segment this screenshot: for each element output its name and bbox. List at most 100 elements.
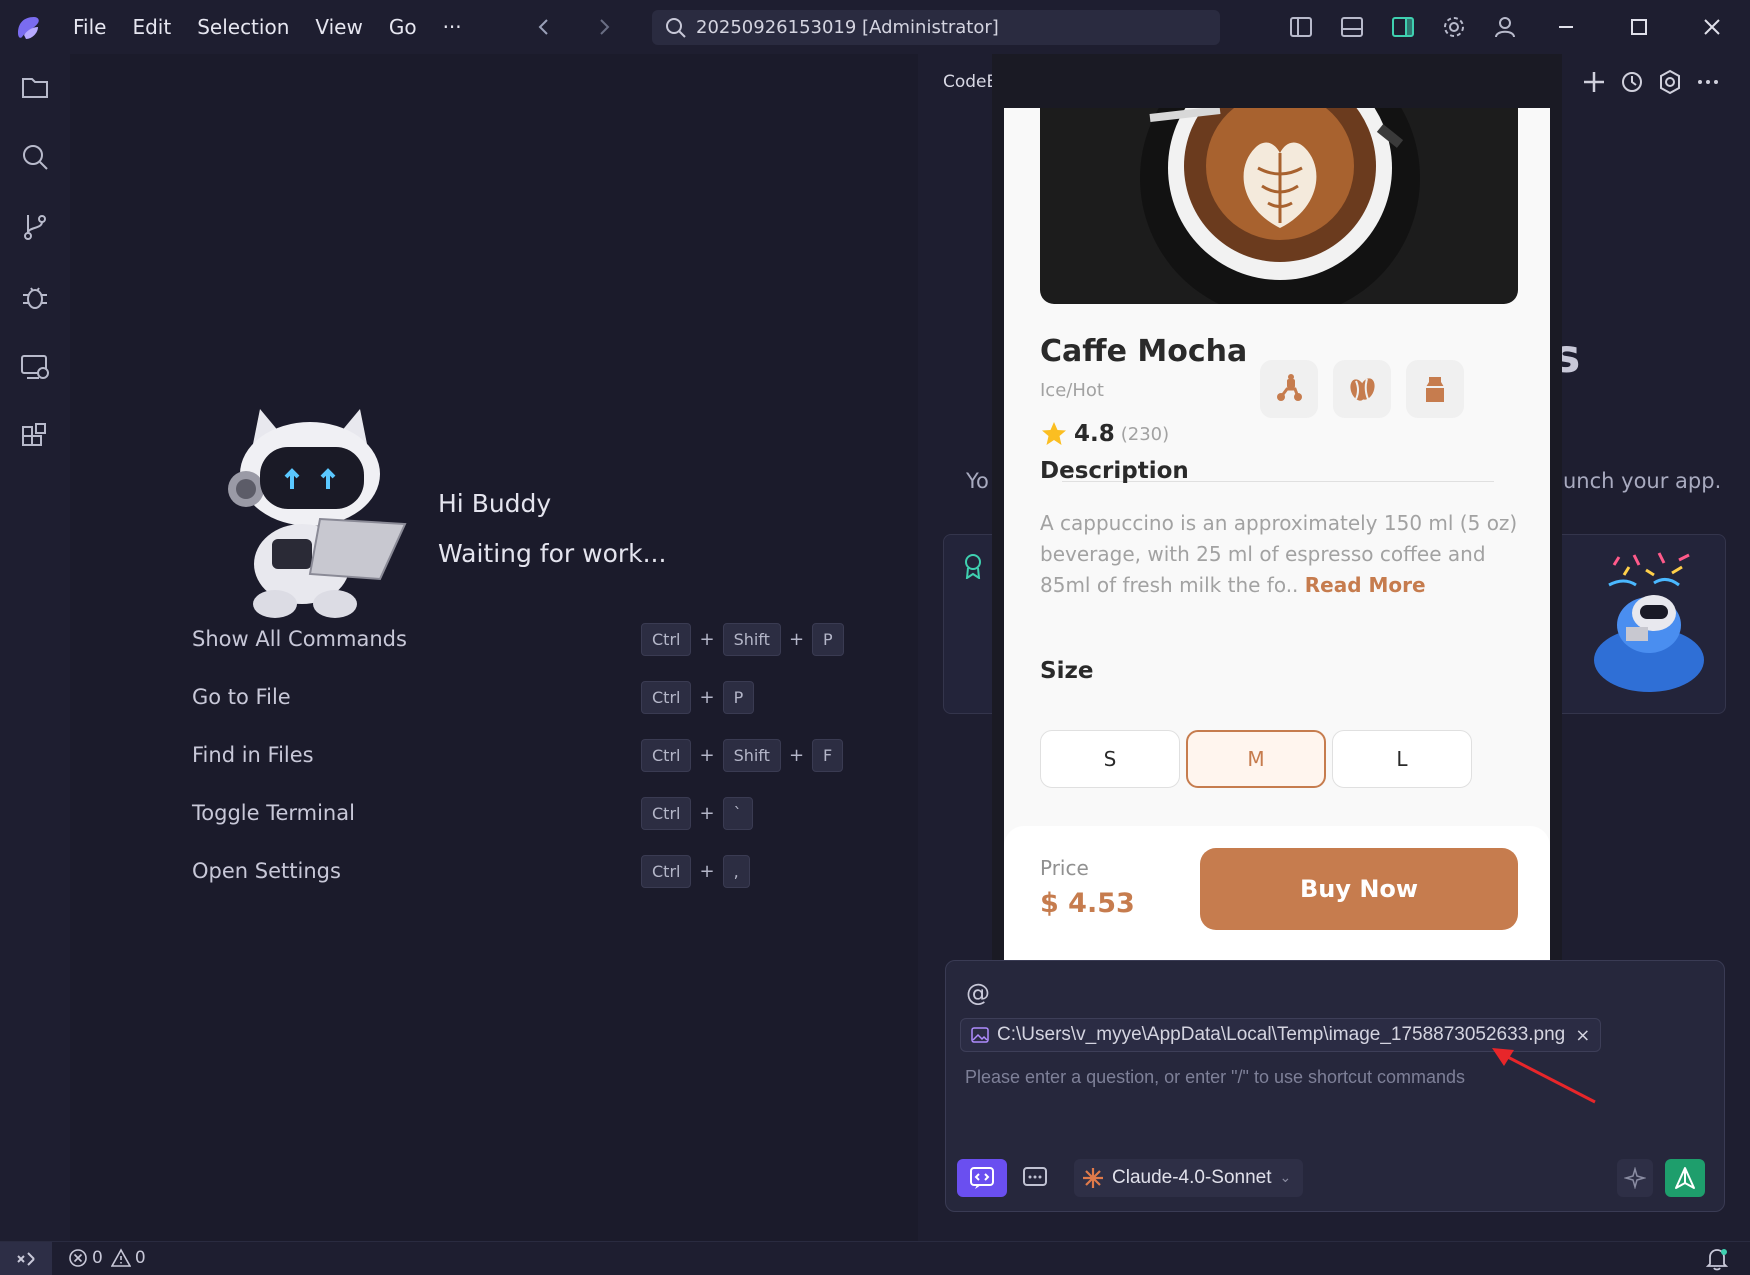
send-button[interactable] [1665, 1159, 1705, 1197]
shortcut-keys: Ctrl + ` [641, 797, 753, 830]
size-option-l[interactable]: L [1332, 730, 1472, 788]
background-text-right: unch your app. [1563, 469, 1722, 493]
phone-screen: Caffe Mocha Ice/Hot 4.8 (230) Descriptio… [1004, 108, 1550, 999]
command-center-search[interactable]: 20250926153019 [Administrator] [652, 10, 1220, 45]
key-cap: Ctrl [641, 681, 692, 714]
run-debug-icon[interactable] [19, 281, 51, 313]
notifications-bell-icon[interactable] [1704, 1246, 1730, 1272]
coffee-photo [1040, 108, 1518, 304]
problems-indicator[interactable]: 0 0 [68, 1248, 146, 1268]
toggle-secondary-sidebar-icon[interactable] [1389, 13, 1417, 41]
key-cap: P [812, 623, 844, 656]
key-cap: Ctrl [641, 739, 692, 772]
menu-more[interactable]: ··· [430, 0, 475, 54]
rating-value: 4.8 [1074, 421, 1115, 447]
image-file-icon [971, 1027, 989, 1043]
history-icon[interactable] [1618, 68, 1646, 96]
command-row[interactable]: Show All Commands Ctrl + Shift + P [192, 623, 844, 659]
plus-sign: + [699, 629, 715, 650]
warning-icon [110, 1248, 131, 1267]
command-row[interactable]: Toggle Terminal Ctrl + ` [192, 797, 753, 833]
maximize-icon [1631, 19, 1647, 35]
feature-beans [1333, 360, 1391, 418]
account-icon[interactable] [1491, 13, 1519, 41]
plus-sign: + [788, 745, 805, 766]
delivery-bike-icon [1277, 374, 1302, 401]
command-row[interactable]: Open Settings Ctrl + , [192, 855, 752, 891]
close-icon [1704, 19, 1720, 35]
plus-sign: + [699, 861, 715, 882]
explorer-folder-icon[interactable] [19, 71, 51, 103]
key-cap: ` [722, 797, 753, 830]
plus-sign: + [788, 629, 805, 650]
product-variant: Ice/Hot [1040, 380, 1104, 401]
menu-selection[interactable]: Selection [184, 0, 302, 54]
buy-now-button[interactable]: Buy Now [1200, 848, 1518, 930]
title-bar: File Edit Selection View Go ··· 20250926… [0, 0, 1750, 54]
key-cap: , [722, 855, 750, 888]
menu-file[interactable]: File [60, 0, 119, 54]
chat-mode-button[interactable] [1010, 1159, 1060, 1197]
read-more-link[interactable]: Read More [1305, 573, 1426, 597]
plus-sign: + [699, 687, 715, 708]
description-text: A cappuccino is an approximately 150 ml … [1040, 508, 1518, 601]
more-options-icon[interactable] [1694, 68, 1722, 96]
price-label: Price [1040, 856, 1089, 880]
command-label: Open Settings [192, 859, 341, 883]
robot-mascot-illustration [228, 409, 407, 618]
new-chat-plus-icon[interactable] [1580, 68, 1608, 96]
key-cap: Ctrl [641, 855, 692, 888]
send-arrow-icon [1675, 1167, 1695, 1189]
menu-go[interactable]: Go [376, 0, 430, 54]
key-cap: Shift [722, 739, 781, 772]
product-title: Caffe Mocha [1040, 334, 1248, 369]
key-cap: F [812, 739, 844, 772]
source-control-icon[interactable] [19, 211, 51, 243]
greeting-text: Hi Buddy [438, 489, 552, 518]
settings-gear-icon[interactable] [1440, 13, 1468, 41]
chevron-down-icon: ⌄ [1279, 1170, 1292, 1186]
back-arrow-icon[interactable] [532, 14, 556, 40]
enhance-prompt-button[interactable] [1617, 1159, 1653, 1197]
command-row[interactable]: Find in Files Ctrl + Shift + F [192, 739, 844, 775]
attached-image-preview: Caffe Mocha Ice/Hot 4.8 (230) Descriptio… [992, 54, 1562, 1009]
forward-arrow-icon[interactable] [592, 14, 616, 40]
search-icon[interactable] [19, 141, 51, 173]
maximize-button[interactable] [1609, 0, 1669, 54]
chat-input-box: @ C:\Users\v_myye\AppData\Local\Temp\ima… [945, 960, 1725, 1212]
app-logo-icon[interactable] [14, 13, 42, 41]
panel-settings-icon[interactable] [1656, 68, 1684, 96]
remote-explorer-icon[interactable] [19, 351, 51, 383]
craft-mode-button[interactable] [957, 1159, 1007, 1197]
extensions-icon[interactable] [19, 421, 51, 453]
shortcut-keys: Ctrl + Shift + F [641, 739, 844, 772]
chat-placeholder[interactable]: Please enter a question, or enter "/" to… [965, 1067, 1465, 1088]
size-heading: Size [1040, 658, 1094, 684]
key-cap: Shift [722, 623, 781, 656]
menu-edit[interactable]: Edit [119, 0, 184, 54]
toggle-primary-sidebar-icon[interactable] [1287, 13, 1315, 41]
coffee-bean-icon [1350, 378, 1375, 401]
command-label: Go to File [192, 685, 291, 709]
milk-carton-icon [1426, 377, 1444, 402]
menu-view[interactable]: View [302, 0, 375, 54]
size-option-s[interactable]: S [1040, 730, 1180, 788]
plus-sign: + [699, 803, 715, 824]
award-icon [965, 554, 981, 579]
status-bar: 0 0 [0, 1241, 1750, 1275]
remote-indicator[interactable] [0, 1242, 52, 1275]
sparkle-icon [1624, 1167, 1646, 1189]
mention-button[interactable]: @ [966, 979, 990, 1007]
minimize-button[interactable] [1536, 0, 1596, 54]
minimize-icon [1559, 26, 1573, 28]
product-rating: 4.8 (230) [1040, 420, 1169, 448]
remote-connection-icon [17, 1252, 35, 1266]
price-value: $ 4.53 [1040, 888, 1135, 919]
model-name: Claude-4.0-Sonnet [1112, 1167, 1272, 1188]
command-row[interactable]: Go to File Ctrl + P [192, 681, 755, 717]
size-option-m[interactable]: M [1186, 730, 1326, 788]
model-selector[interactable]: Claude-4.0-Sonnet ⌄ [1074, 1159, 1304, 1197]
command-label: Show All Commands [192, 627, 407, 651]
close-window-button[interactable] [1682, 0, 1742, 54]
toggle-panel-icon[interactable] [1338, 13, 1366, 41]
